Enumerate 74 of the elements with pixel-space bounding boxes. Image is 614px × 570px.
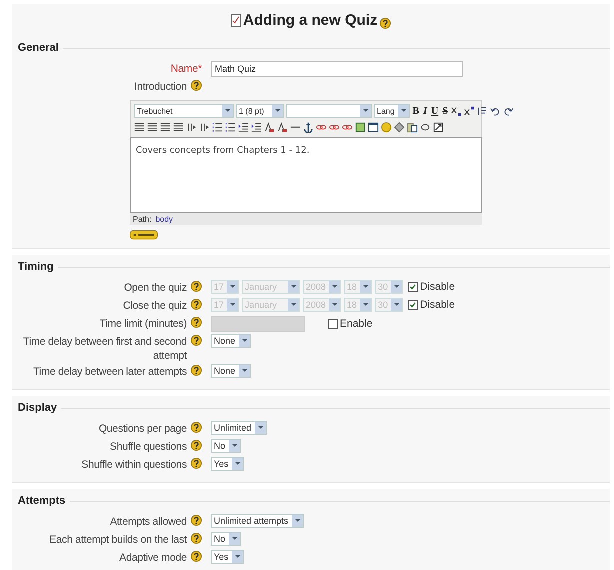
help-icon[interactable] <box>191 515 202 526</box>
paste-icon[interactable] <box>407 122 418 132</box>
undo-icon[interactable] <box>490 106 502 116</box>
section-legend: Attempts <box>18 495 66 507</box>
dropdown[interactable]: Unlimited <box>211 421 267 435</box>
list-icon[interactable] <box>212 122 223 132</box>
section-legend: Display <box>18 402 58 414</box>
indent-icon[interactable] <box>251 122 262 132</box>
field-label: Adaptive mode <box>120 551 187 565</box>
fullscreen-icon[interactable] <box>433 122 444 132</box>
field-label: Introduction <box>134 80 187 94</box>
indent-icon[interactable] <box>238 122 249 132</box>
document-icon <box>231 14 242 26</box>
align-icon[interactable] <box>134 122 145 132</box>
list-icon[interactable] <box>225 122 236 132</box>
color-icon[interactable] <box>277 122 288 132</box>
sub-icon[interactable] <box>451 106 462 116</box>
section-legend: General <box>18 42 59 54</box>
help-icon[interactable] <box>191 551 202 562</box>
field-label: Time limit (minutes) <box>100 317 187 331</box>
path-label: Path: <box>133 214 152 224</box>
field-label: Attempts allowed <box>110 515 187 529</box>
anchor-icon[interactable] <box>303 122 314 132</box>
image-icon[interactable] <box>355 122 366 132</box>
dropdown[interactable]: Yes <box>211 550 244 564</box>
redo-icon[interactable] <box>503 106 514 116</box>
color-icon[interactable] <box>264 122 275 132</box>
dir-icon[interactable] <box>186 122 197 132</box>
editor-text: Covers concepts from Chapters 1 - 12. <box>136 146 310 156</box>
field-label: Time delay between later attempts <box>33 365 187 379</box>
field-label: Open the quiz <box>124 281 187 295</box>
page-title: Adding a new Quiz <box>243 12 378 28</box>
help-icon[interactable] <box>191 440 202 451</box>
field-label: Shuffle within questions <box>82 458 187 472</box>
help-icon[interactable] <box>380 18 391 28</box>
dropdown[interactable]: Yes <box>211 457 244 471</box>
align-icon[interactable] <box>160 122 171 132</box>
field-label: Close the quiz <box>123 299 187 313</box>
align-icon[interactable] <box>147 122 158 132</box>
font-select[interactable]: Trebuchet <box>134 104 234 118</box>
field-label: Each attempt builds on the last <box>50 533 187 547</box>
field-label: Time delay between first and second attempt <box>22 335 187 363</box>
name-input[interactable]: Math Quiz <box>211 61 463 77</box>
help-icon[interactable] <box>191 335 202 346</box>
dropdown[interactable]: No <box>211 532 241 546</box>
field-label: Name* <box>170 62 202 76</box>
format-button[interactable]: I <box>422 106 428 116</box>
align-icon[interactable] <box>173 122 184 132</box>
field-label: Questions per page <box>98 422 187 436</box>
format-button[interactable]: S <box>442 106 450 116</box>
format-button[interactable]: U <box>430 106 440 116</box>
sup-icon[interactable] <box>464 106 476 116</box>
path-link[interactable]: body <box>156 214 174 224</box>
field-label: Shuffle questions <box>110 440 187 454</box>
help-icon[interactable] <box>191 533 202 544</box>
dir-icon[interactable] <box>199 122 210 132</box>
dropdown[interactable]: Unlimited attempts <box>211 514 304 528</box>
help-icon[interactable] <box>191 365 202 376</box>
checkbox-label: Disable <box>420 281 456 293</box>
help-badge-icon[interactable] <box>130 230 158 240</box>
dropdown[interactable]: None <box>211 364 251 378</box>
checkbox-label: Enable <box>340 318 373 330</box>
section-legend: Timing <box>18 261 54 273</box>
help-icon[interactable] <box>191 458 202 469</box>
format-button[interactable]: B <box>412 106 420 116</box>
table-icon[interactable] <box>368 122 379 132</box>
checkbox-label: Disable <box>420 299 456 311</box>
language-select[interactable]: Lang <box>374 104 410 118</box>
size-select[interactable]: 1 (8 pt) <box>236 104 284 118</box>
help-icon[interactable] <box>191 80 202 91</box>
dropdown[interactable]: None <box>211 334 251 348</box>
editor-text-area[interactable]: Covers concepts from Chapters 1 - 12. <box>130 137 482 213</box>
dropdown[interactable]: No <box>211 439 241 453</box>
help-icon[interactable] <box>191 422 202 433</box>
